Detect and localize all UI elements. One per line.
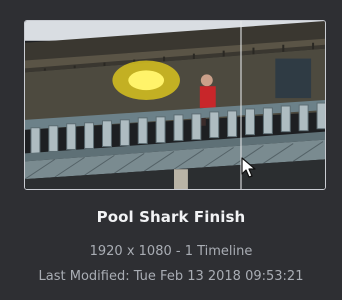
project-thumbnail[interactable] [24,20,326,190]
cursor-arrow-icon [241,157,256,178]
project-resolution-timelines: 1920 x 1080 - 1 Timeline [89,244,253,259]
project-last-modified: Last Modified: Tue Feb 13 2018 09:53:21 [38,269,304,284]
project-card[interactable]: Pool Shark Finish 1920 x 1080 - 1 Timeli… [0,0,342,300]
thumbnail-image [25,21,325,189]
project-title: Pool Shark Finish [96,208,246,226]
